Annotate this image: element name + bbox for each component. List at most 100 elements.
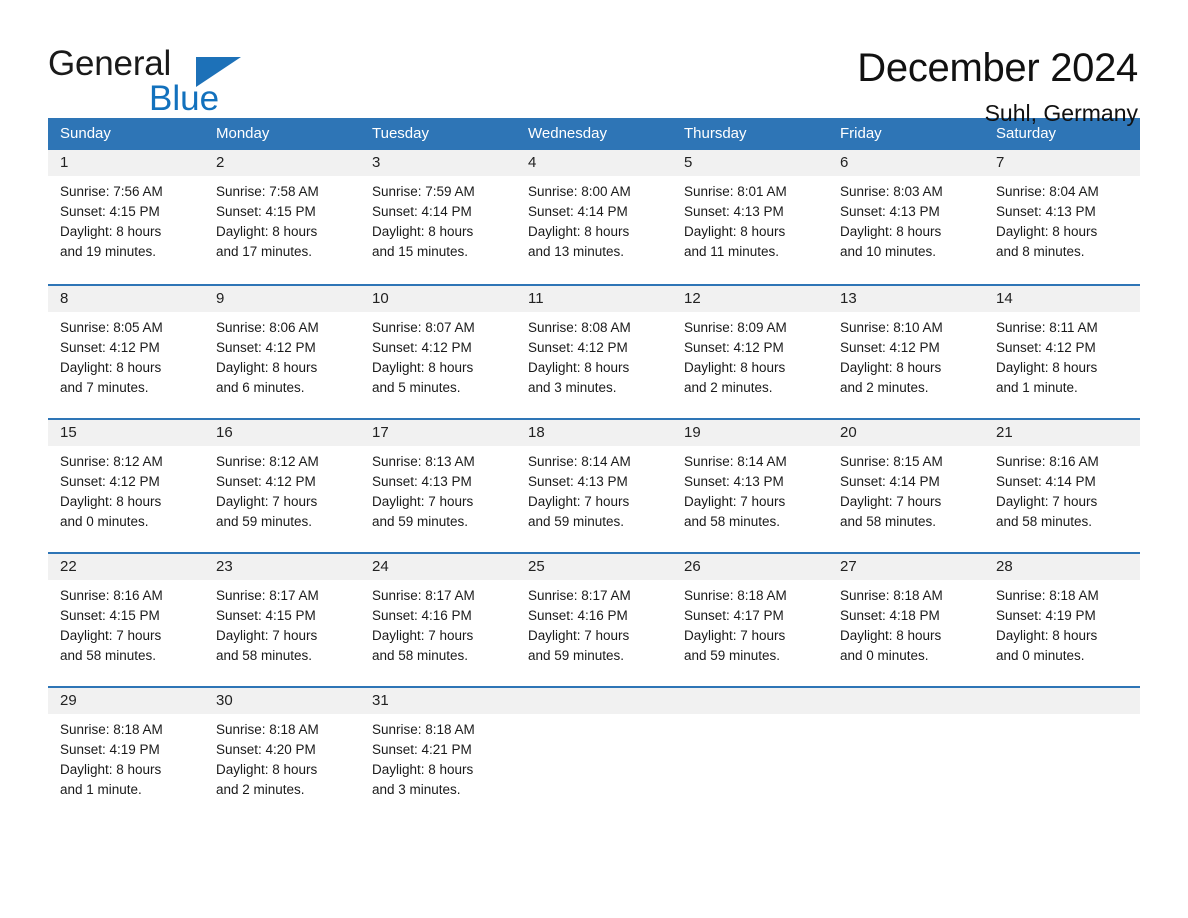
- weekday-header-wednesday: Wednesday: [528, 125, 607, 142]
- daylight-text-line1: Daylight: 7 hours: [216, 494, 318, 509]
- calendar-day-cell[interactable]: 17 Sunrise: 8:13 AM Sunset: 4:13 PM Dayligh…: [360, 420, 516, 552]
- calendar-day-cell[interactable]: 26 Sunrise: 8:18 AM Sunset: 4:17 PM Dayligh…: [672, 554, 828, 686]
- daylight-text-line2: and 13 minutes.: [528, 244, 625, 259]
- sunset-text: Sunset: 4:20 PM: [216, 742, 316, 757]
- calendar-day-cell[interactable]: 23 Sunrise: 8:17 AM Sunset: 4:15 PM Dayligh…: [204, 554, 360, 686]
- calendar-day-cell[interactable]: 19 Sunrise: 8:14 AM Sunset: 4:13 PM Dayligh…: [672, 420, 828, 552]
- calendar-day-cell[interactable]: 18 Sunrise: 8:14 AM Sunset: 4:13 PM Dayligh…: [516, 420, 672, 552]
- daylight-text-line2: and 2 minutes.: [216, 782, 305, 797]
- day-details: Sunrise: 8:05 AM Sunset: 4:12 PM Daylight:…: [48, 312, 204, 398]
- day-number: 12: [684, 290, 701, 307]
- calendar-day-cell[interactable]: 31 Sunrise: 8:18 AM Sunset: 4:21 PM Dayligh…: [360, 688, 516, 820]
- daylight-text-line2: and 58 minutes.: [840, 514, 937, 529]
- daylight-text-line1: Daylight: 8 hours: [216, 762, 318, 777]
- day-details: Sunrise: 7:59 AM Sunset: 4:14 PM Daylight:…: [360, 176, 516, 262]
- calendar-day-cell[interactable]: 14 Sunrise: 8:11 AM Sunset: 4:12 PM Dayligh…: [984, 286, 1140, 418]
- calendar-day-cell[interactable]: 15 Sunrise: 8:12 AM Sunset: 4:12 PM Dayligh…: [48, 420, 204, 552]
- day-details: Sunrise: 8:17 AM Sunset: 4:15 PM Daylight:…: [204, 580, 360, 666]
- daylight-text-line2: and 58 minutes.: [684, 514, 781, 529]
- daylight-text-line2: and 58 minutes.: [372, 648, 469, 663]
- sunrise-text: Sunrise: 8:12 AM: [216, 454, 319, 469]
- calendar-day-cell[interactable]: 28 Sunrise: 8:18 AM Sunset: 4:19 PM Dayligh…: [984, 554, 1140, 686]
- daylight-text-line1: Daylight: 7 hours: [216, 628, 318, 643]
- calendar-day-cell[interactable]: 22 Sunrise: 8:16 AM Sunset: 4:15 PM Dayligh…: [48, 554, 204, 686]
- sunrise-text: Sunrise: 7:56 AM: [60, 184, 163, 199]
- daylight-text-line2: and 17 minutes.: [216, 244, 313, 259]
- day-number: 14: [996, 290, 1013, 307]
- sunrise-text: Sunrise: 8:13 AM: [372, 454, 475, 469]
- day-number-band: 10: [360, 286, 516, 312]
- calendar-day-cell[interactable]: 12 Sunrise: 8:09 AM Sunset: 4:12 PM Dayligh…: [672, 286, 828, 418]
- calendar-day-cell[interactable]: 2 Sunrise: 7:58 AM Sunset: 4:15 PM Daylight…: [204, 150, 360, 284]
- day-number-band: 16: [204, 420, 360, 446]
- day-number: 7: [996, 154, 1005, 171]
- calendar-day-cell[interactable]: 24 Sunrise: 8:17 AM Sunset: 4:16 PM Dayligh…: [360, 554, 516, 686]
- day-number: 29: [60, 692, 77, 709]
- day-number: 3: [372, 154, 381, 171]
- calendar-day-cell[interactable]: 27 Sunrise: 8:18 AM Sunset: 4:18 PM Dayligh…: [828, 554, 984, 686]
- calendar-day-cell[interactable]: 5 Sunrise: 8:01 AM Sunset: 4:13 PM Daylight…: [672, 150, 828, 284]
- calendar-day-cell[interactable]: 20 Sunrise: 8:15 AM Sunset: 4:14 PM Dayligh…: [828, 420, 984, 552]
- sunrise-text: Sunrise: 8:11 AM: [996, 320, 1098, 335]
- calendar-day-cell[interactable]: 21 Sunrise: 8:16 AM Sunset: 4:14 PM Dayligh…: [984, 420, 1140, 552]
- calendar-day-cell[interactable]: 4 Sunrise: 8:00 AM Sunset: 4:14 PM Daylight…: [516, 150, 672, 284]
- day-number-band: 17: [360, 420, 516, 446]
- daylight-text-line2: and 3 minutes.: [528, 380, 617, 395]
- sunrise-text: Sunrise: 8:17 AM: [372, 588, 475, 603]
- sunrise-text: Sunrise: 8:09 AM: [684, 320, 787, 335]
- daylight-text-line2: and 5 minutes.: [372, 380, 461, 395]
- day-details: Sunrise: 7:58 AM Sunset: 4:15 PM Daylight:…: [204, 176, 360, 262]
- daylight-text-line1: Daylight: 7 hours: [996, 494, 1098, 509]
- day-details: Sunrise: 8:17 AM Sunset: 4:16 PM Daylight:…: [360, 580, 516, 666]
- sunset-text: Sunset: 4:19 PM: [996, 608, 1096, 623]
- daylight-text-line1: Daylight: 8 hours: [840, 360, 942, 375]
- day-number: 24: [372, 558, 389, 575]
- sunset-text: Sunset: 4:21 PM: [372, 742, 472, 757]
- day-number-band: [984, 688, 1140, 714]
- day-number-band: 31: [360, 688, 516, 714]
- daylight-text-line2: and 58 minutes.: [996, 514, 1093, 529]
- day-details: Sunrise: 8:00 AM Sunset: 4:14 PM Daylight:…: [516, 176, 672, 262]
- daylight-text-line1: Daylight: 7 hours: [372, 628, 474, 643]
- day-details: Sunrise: 8:15 AM Sunset: 4:14 PM Daylight:…: [828, 446, 984, 532]
- day-number-band: [672, 688, 828, 714]
- calendar-day-cell[interactable]: 10 Sunrise: 8:07 AM Sunset: 4:12 PM Dayligh…: [360, 286, 516, 418]
- calendar-day-cell[interactable]: 7 Sunrise: 8:04 AM Sunset: 4:13 PM Daylight…: [984, 150, 1140, 284]
- calendar-day-cell[interactable]: 29 Sunrise: 8:18 AM Sunset: 4:19 PM Dayligh…: [48, 688, 204, 820]
- calendar-day-cell[interactable]: 1 Sunrise: 7:56 AM Sunset: 4:15 PM Daylight…: [48, 150, 204, 284]
- day-number-band: 3: [360, 150, 516, 176]
- calendar-day-cell[interactable]: 3 Sunrise: 7:59 AM Sunset: 4:14 PM Daylight…: [360, 150, 516, 284]
- sunrise-text: Sunrise: 8:16 AM: [996, 454, 1099, 469]
- sunset-text: Sunset: 4:16 PM: [372, 608, 472, 623]
- day-details: Sunrise: 8:18 AM Sunset: 4:21 PM Daylight:…: [360, 714, 516, 800]
- daylight-text-line2: and 3 minutes.: [372, 782, 461, 797]
- calendar-day-cell[interactable]: 16 Sunrise: 8:12 AM Sunset: 4:12 PM Dayligh…: [204, 420, 360, 552]
- daylight-text-line1: Daylight: 8 hours: [60, 762, 162, 777]
- sunset-text: Sunset: 4:13 PM: [684, 204, 784, 219]
- sunset-text: Sunset: 4:15 PM: [60, 608, 160, 623]
- day-number-band: 30: [204, 688, 360, 714]
- page-title: December 2024: [857, 46, 1138, 90]
- daylight-text-line2: and 10 minutes.: [840, 244, 937, 259]
- day-number-band: 11: [516, 286, 672, 312]
- day-number-band: 24: [360, 554, 516, 580]
- daylight-text-line2: and 6 minutes.: [216, 380, 305, 395]
- calendar-day-cell[interactable]: 25 Sunrise: 8:17 AM Sunset: 4:16 PM Dayligh…: [516, 554, 672, 686]
- day-details: Sunrise: 7:56 AM Sunset: 4:15 PM Daylight:…: [48, 176, 204, 262]
- calendar-day-cell[interactable]: 30 Sunrise: 8:18 AM Sunset: 4:20 PM Dayligh…: [204, 688, 360, 820]
- calendar-day-cell[interactable]: 13 Sunrise: 8:10 AM Sunset: 4:12 PM Dayligh…: [828, 286, 984, 418]
- day-number: 4: [528, 154, 537, 171]
- day-number: 10: [372, 290, 389, 307]
- calendar-day-cell[interactable]: 6 Sunrise: 8:03 AM Sunset: 4:13 PM Daylight…: [828, 150, 984, 284]
- sunset-text: Sunset: 4:15 PM: [216, 204, 316, 219]
- daylight-text-line2: and 2 minutes.: [684, 380, 773, 395]
- calendar-day-cell[interactable]: 11 Sunrise: 8:08 AM Sunset: 4:12 PM Dayligh…: [516, 286, 672, 418]
- calendar-day-cell[interactable]: 9 Sunrise: 8:06 AM Sunset: 4:12 PM Daylight…: [204, 286, 360, 418]
- day-number: 16: [216, 424, 233, 441]
- daylight-text-line2: and 58 minutes.: [60, 648, 157, 663]
- calendar-day-cell[interactable]: 8 Sunrise: 8:05 AM Sunset: 4:12 PM Daylight…: [48, 286, 204, 418]
- day-number-band: 25: [516, 554, 672, 580]
- daylight-text-line2: and 59 minutes.: [684, 648, 781, 663]
- calendar-weeks: 1 Sunrise: 7:56 AM Sunset: 4:15 PM Daylight…: [48, 150, 1140, 820]
- sunrise-text: Sunrise: 8:10 AM: [840, 320, 943, 335]
